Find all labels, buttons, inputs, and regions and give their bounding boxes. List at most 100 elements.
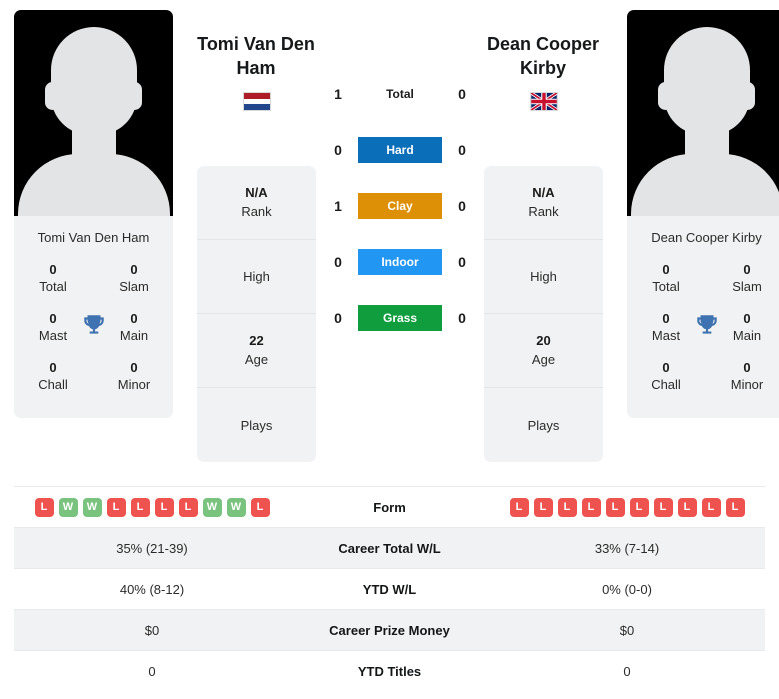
- h2h-row-clay: 1 Clay 0: [316, 178, 484, 234]
- title-value: 0: [130, 360, 138, 375]
- titles-row: 0 Chall 0 Minor: [627, 355, 779, 404]
- title-value: 0: [49, 360, 57, 375]
- left-ytd-wl: 40% (8-12): [119, 581, 185, 597]
- title-label: Mast: [38, 328, 68, 343]
- form-badge-loss: L: [154, 497, 174, 517]
- h2h-label-total: Total: [386, 87, 414, 101]
- form-badge-loss: L: [629, 497, 649, 517]
- right-player-name-block: Dean Cooper Kirby: [484, 32, 603, 111]
- table-row-form: LWWLLLLWWL Form LLLLLLLLLL: [14, 486, 765, 528]
- form-badge-loss: L: [178, 497, 198, 517]
- right-form-badges: LLLLLLLLLL: [489, 497, 765, 517]
- form-badge-loss: L: [701, 497, 721, 517]
- title-mast: 0 Mast: [637, 310, 695, 345]
- title-total: 0 Total: [24, 261, 82, 296]
- form-badge-loss: L: [581, 497, 601, 517]
- surface-badge-clay[interactable]: Clay: [358, 193, 442, 219]
- right-titles-grid: 0 Total 0 Slam 0 Mast 0 Main 0 Chall 0 M…: [627, 257, 779, 418]
- title-label: Main: [732, 328, 762, 343]
- title-slam: 0 Slam: [105, 261, 163, 296]
- row-label-ytd-wl: YTD W/L: [362, 581, 417, 597]
- surface-badge-hard[interactable]: Hard: [358, 137, 442, 163]
- left-form-badges: LWWLLLLWWL: [14, 497, 290, 517]
- surface-badge-indoor[interactable]: Indoor: [358, 249, 442, 275]
- form-badge-loss: L: [557, 497, 577, 517]
- left-titles-grid: 0 Total 0 Slam 0 Mast 0 Main 0 Chall 0 M…: [14, 257, 173, 418]
- title-label: Slam: [119, 279, 149, 294]
- right-player-photo-caption: Dean Cooper Kirby: [651, 230, 762, 245]
- titles-row: 0 Chall 0 Minor: [14, 355, 173, 404]
- h2h-row-indoor: 0 Indoor 0: [316, 234, 484, 290]
- netherlands-flag-icon: [242, 92, 271, 111]
- info-value: 20: [536, 333, 551, 348]
- left-ytd-titles: 0: [148, 663, 156, 679]
- left-career-prize-money: $0: [144, 622, 160, 638]
- avatar-ear-right: [740, 82, 755, 110]
- title-main: 0 Main: [718, 310, 776, 345]
- titles-row: 0 Total 0 Slam: [627, 257, 779, 306]
- avatar-head: [663, 27, 750, 135]
- title-label: Total: [652, 279, 680, 294]
- title-chall: 0 Chall: [24, 359, 82, 394]
- h2h-left-value: 1: [334, 86, 342, 102]
- right-ytd-titles: 0: [623, 663, 631, 679]
- right-player-card[interactable]: Dean Cooper Kirby 0 Total 0 Slam 0 Mast …: [627, 10, 779, 418]
- h2h-row-grass: 0 Grass 0: [316, 290, 484, 346]
- right-info-plays: Plays: [484, 388, 603, 462]
- title-label: Total: [39, 279, 67, 294]
- avatar-ear-left: [45, 82, 60, 110]
- left-info-rank: N/A Rank: [197, 166, 316, 240]
- info-label: Age: [531, 352, 556, 367]
- left-player-photo: [14, 10, 173, 216]
- row-label-career-total-wl: Career Total W/L: [338, 540, 441, 556]
- united-kingdom-flag-icon: [529, 92, 558, 111]
- trophy-icon: [696, 315, 717, 334]
- h2h-left-value: 0: [334, 254, 342, 270]
- info-label: High: [530, 269, 557, 284]
- left-info-high: High: [197, 240, 316, 314]
- avatar-body: [630, 154, 779, 216]
- info-label: High: [243, 269, 270, 284]
- right-info-age: 20 Age: [484, 314, 603, 388]
- title-value: 0: [743, 262, 751, 277]
- form-badge-loss: L: [509, 497, 529, 517]
- info-label: Plays: [527, 417, 560, 433]
- title-value: 0: [743, 360, 751, 375]
- title-label: Minor: [730, 377, 764, 392]
- surface-badge-grass[interactable]: Grass: [358, 305, 442, 331]
- title-label: Minor: [117, 377, 151, 392]
- avatar-ear-right: [127, 82, 142, 110]
- right-player-column: Dean Cooper Kirby 0 Total 0 Slam 0 Mast …: [627, 10, 779, 418]
- form-badge-loss: L: [653, 497, 673, 517]
- player-comparison-page: Tomi Van Den Ham 0 Total 0 Slam 0 Mast 0…: [0, 0, 779, 699]
- title-value: 0: [49, 311, 57, 326]
- h2h-right-value: 0: [458, 198, 466, 214]
- row-label-ytd-titles: YTD Titles: [357, 663, 422, 679]
- title-mast: 0 Mast: [24, 310, 82, 345]
- left-info-plays: Plays: [197, 388, 316, 462]
- form-badge-loss: L: [106, 497, 126, 517]
- title-slam: 0 Slam: [718, 261, 776, 296]
- right-info-rank: N/A Rank: [484, 166, 603, 240]
- title-value: 0: [662, 360, 670, 375]
- info-value: 22: [249, 333, 264, 348]
- title-minor: 0 Minor: [105, 359, 163, 394]
- titles-row: 0 Mast 0 Main: [627, 306, 779, 355]
- info-value: N/A: [532, 185, 555, 200]
- titles-row: 0 Total 0 Slam: [14, 257, 173, 306]
- h2h-right-value: 0: [458, 142, 466, 158]
- h2h-left-value: 0: [334, 310, 342, 326]
- stats-comparison-table: LWWLLLLWWL Form LLLLLLLLLL 35% (21-39) C…: [14, 486, 765, 692]
- avatar-head: [50, 27, 137, 135]
- info-label: Age: [244, 352, 269, 367]
- right-ytd-wl: 0% (0-0): [602, 581, 652, 597]
- left-player-card[interactable]: Tomi Van Den Ham 0 Total 0 Slam 0 Mast 0…: [14, 10, 173, 418]
- left-career-total-wl: 35% (21-39): [116, 540, 188, 556]
- avatar-body: [17, 154, 170, 216]
- h2h-row-total: 1 Total 0: [316, 66, 484, 122]
- title-value: 0: [662, 262, 670, 277]
- right-player-photo: [627, 10, 779, 216]
- table-row-career-prize-money: $0 Career Prize Money $0: [14, 609, 765, 651]
- right-form-cell: LLLLLLLLLL: [489, 487, 765, 528]
- form-badge-win: W: [202, 497, 222, 517]
